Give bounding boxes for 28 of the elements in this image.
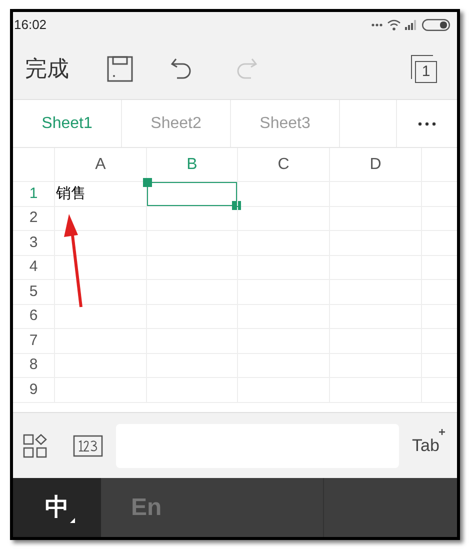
row-header[interactable]: 7 [13,329,54,352]
row-header[interactable]: 8 [13,354,54,377]
numeric-keyboard-icon[interactable] [73,434,103,456]
signal-icon [405,20,418,30]
selection-handle[interactable] [143,178,152,187]
tab-key[interactable]: Tab [412,432,442,458]
battery-icon [422,19,450,31]
row-header[interactable]: 4 [13,256,54,279]
row-header[interactable]: 5 [13,280,54,304]
save-icon[interactable] [107,56,133,82]
more-icon [418,122,436,126]
plus-icon [439,428,446,435]
row-header[interactable]: 1 [13,182,54,206]
row-header[interactable]: 3 [13,231,54,254]
row-header[interactable]: 2 [13,206,54,230]
sheet-tab[interactable]: Sheet1 [13,100,122,147]
more-dots-icon [371,23,383,27]
shapes-icon[interactable] [23,434,47,458]
clock-time: 16:02 [14,16,47,34]
row-header[interactable]: 6 [13,304,54,328]
cell-text: 销售 [55,184,86,204]
selection-box[interactable] [147,182,237,206]
column-header[interactable]: D [329,148,421,181]
row-header[interactable]: 9 [13,378,54,402]
done-button[interactable]: 完成 [25,52,69,85]
wifi-icon [387,19,401,31]
column-header[interactable]: C [237,148,329,181]
input-mode-key[interactable]: 中 [13,478,101,537]
